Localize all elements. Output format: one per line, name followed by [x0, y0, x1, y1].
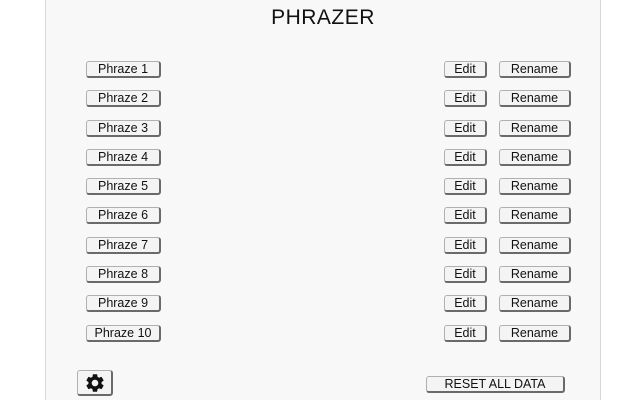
phrase-button-7[interactable]: Phraze 7: [86, 236, 161, 254]
edit-button-4[interactable]: Edit: [444, 148, 487, 166]
rename-button-2[interactable]: Rename: [499, 90, 571, 108]
rename-button-5[interactable]: Rename: [499, 178, 571, 196]
phrase-row: Phraze 7 Edit Rename: [46, 236, 600, 266]
rename-button-3[interactable]: Rename: [499, 119, 571, 137]
edit-button-6[interactable]: Edit: [444, 207, 487, 225]
edit-button-7[interactable]: Edit: [444, 236, 487, 254]
rename-button-9[interactable]: Rename: [499, 295, 571, 313]
phrase-row: Phraze 2 Edit Rename: [46, 90, 600, 119]
reset-all-data-button[interactable]: RESET ALL DATA: [426, 376, 565, 393]
edit-button-10[interactable]: Edit: [444, 324, 487, 342]
edit-button-9[interactable]: Edit: [444, 295, 487, 313]
phrase-button-2[interactable]: Phraze 2: [86, 90, 161, 108]
phrase-row: Phraze 8 Edit Rename: [46, 266, 600, 295]
phrase-row: Phraze 6 Edit Rename: [46, 207, 600, 236]
phrase-row: Phraze 5 Edit Rename: [46, 178, 600, 207]
edit-button-2[interactable]: Edit: [444, 90, 487, 108]
phrase-row: Phraze 1 Edit Rename: [46, 61, 600, 90]
settings-button[interactable]: [77, 370, 113, 396]
rename-button-10[interactable]: Rename: [499, 324, 571, 342]
phrase-button-3[interactable]: Phraze 3: [86, 119, 161, 137]
page-title: PHRAZER: [271, 6, 375, 29]
phrase-row: Phraze 10 Edit Rename: [46, 324, 600, 354]
rename-button-6[interactable]: Rename: [499, 207, 571, 225]
edit-button-3[interactable]: Edit: [444, 119, 487, 137]
phrase-button-9[interactable]: Phraze 9: [86, 295, 161, 313]
phrase-list: Phraze 1 Edit Rename Phraze 2 Edit Renam…: [46, 61, 600, 354]
gear-icon: [85, 373, 104, 392]
phrase-button-4[interactable]: Phraze 4: [86, 148, 161, 166]
rename-button-7[interactable]: Rename: [499, 236, 571, 254]
edit-button-8[interactable]: Edit: [444, 266, 487, 284]
phrase-row: Phraze 4 Edit Rename: [46, 148, 600, 178]
rename-button-8[interactable]: Rename: [499, 266, 571, 284]
phrase-row: Phraze 3 Edit Rename: [46, 119, 600, 149]
phrase-row: Phraze 9 Edit Rename: [46, 295, 600, 324]
phrase-button-5[interactable]: Phraze 5: [86, 178, 161, 196]
rename-button-1[interactable]: Rename: [499, 61, 571, 78]
edit-button-5[interactable]: Edit: [444, 178, 487, 196]
edit-button-1[interactable]: Edit: [444, 61, 487, 78]
rename-button-4[interactable]: Rename: [499, 148, 571, 166]
phrase-button-6[interactable]: Phraze 6: [86, 207, 161, 225]
phrase-button-8[interactable]: Phraze 8: [86, 266, 161, 284]
phrazer-panel: PHRAZER Phraze 1 Edit Rename Phraze 2 Ed…: [45, 0, 601, 400]
phrase-button-10[interactable]: Phraze 10: [86, 324, 161, 342]
phrase-button-1[interactable]: Phraze 1: [86, 61, 161, 78]
